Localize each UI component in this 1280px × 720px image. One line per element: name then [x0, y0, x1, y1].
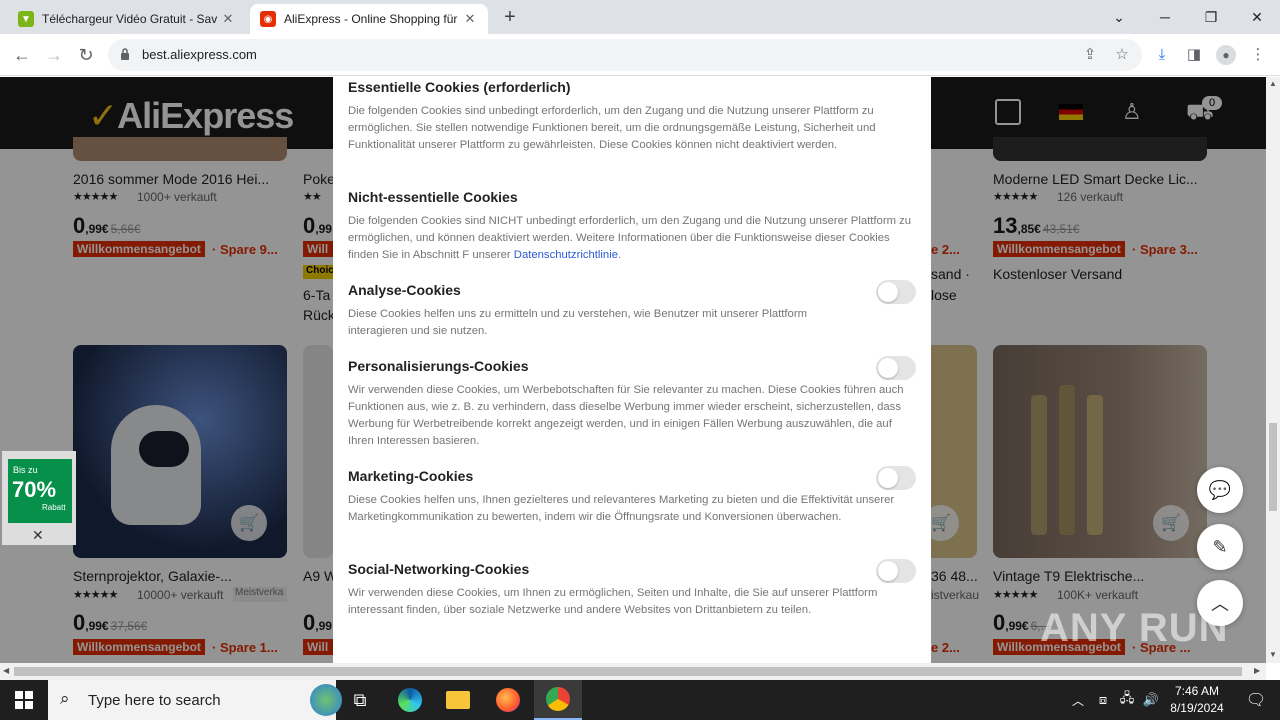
feedback-edit-icon[interactable]: ✎: [1197, 524, 1243, 570]
close-tab-icon[interactable]: ✕: [462, 11, 478, 27]
search-placeholder: Type here to search: [88, 692, 221, 709]
personalization-cookies-toggle[interactable]: [876, 356, 916, 380]
forward-arrow-icon[interactable]: →: [42, 43, 66, 67]
back-arrow-icon[interactable]: ←: [10, 43, 34, 67]
download-icon[interactable]: ⤓: [1150, 43, 1174, 67]
new-tab-button[interactable]: +: [498, 6, 522, 30]
close-window-button[interactable]: ✕: [1234, 4, 1280, 30]
taskbar-search-box[interactable]: ⌕ Type here to search: [48, 680, 342, 720]
tab-search-chevron-icon[interactable]: ⌄: [1096, 4, 1142, 30]
firefox-icon[interactable]: [484, 680, 532, 720]
section-text-marketing: Diese Cookies helfen uns, Ihnen gezielte…: [348, 494, 895, 523]
scroll-up-arrow-icon[interactable]: ▲: [1269, 79, 1277, 88]
section-text-analytics: Diese Cookies helfen uns zu ermitteln un…: [348, 308, 807, 337]
share-icon[interactable]: ⇪: [1078, 43, 1102, 67]
bookmark-star-icon[interactable]: ☆: [1110, 43, 1134, 67]
section-title-personalization: Personalisierungs-Cookies: [348, 358, 529, 374]
volume-icon[interactable]: 🔊: [1140, 680, 1162, 720]
scrollbar-thumb[interactable]: [1269, 423, 1277, 511]
close-tab-icon[interactable]: ✕: [220, 11, 236, 27]
browser-toolbar: ← → ↻ best.aliexpress.com ⇪ ☆ ⤓ ◨ ● ⋮: [0, 34, 1280, 76]
vertical-scrollbar[interactable]: ▲ ▼: [1266, 77, 1280, 663]
notifications-icon[interactable]: 🗨: [1232, 680, 1280, 720]
tab-title: Téléchargeur Vidéo Gratuit - Sav: [42, 12, 218, 26]
analytics-cookies-toggle[interactable]: [876, 280, 916, 304]
browser-menu-icon[interactable]: ⋮: [1246, 43, 1270, 67]
address-bar[interactable]: best.aliexpress.com ⇪ ☆: [108, 39, 1142, 71]
close-promo-icon[interactable]: ✕: [32, 527, 44, 544]
section-text-essential: Die folgenden Cookies sind unbedingt erf…: [348, 105, 876, 151]
section-text-non-essential: Die folgenden Cookies sind NICHT unbedin…: [348, 215, 912, 261]
marketing-cookies-toggle[interactable]: [876, 466, 916, 490]
tab-title: AliExpress - Online Shopping für: [284, 12, 458, 26]
device-tray-icon[interactable]: ⧈: [1092, 680, 1114, 720]
windows-taskbar: ⌕ Type here to search ⧉ ︿ ⧈ 🖧 🔊 7:46 AM …: [0, 680, 1280, 720]
section-title-analytics: Analyse-Cookies: [348, 282, 461, 298]
windows-start-icon[interactable]: [0, 680, 48, 720]
section-title-essential: Essentielle Cookies (erforderlich): [348, 79, 571, 95]
task-view-icon[interactable]: ⧉: [336, 680, 384, 720]
downloader-favicon-icon: ▼: [18, 11, 34, 27]
promo-widget[interactable]: Bis zu 70% Rabatt ✕: [2, 451, 76, 545]
edge-browser-icon[interactable]: [386, 680, 434, 720]
promo-badge[interactable]: Bis zu 70% Rabatt: [8, 459, 72, 523]
side-panel-icon[interactable]: ◨: [1182, 43, 1206, 67]
network-icon[interactable]: 🖧: [1116, 680, 1138, 720]
browser-tab-aliexpress[interactable]: ◉ AliExpress - Online Shopping für ✕: [250, 4, 488, 34]
browser-tab-downloader[interactable]: ▼ Téléchargeur Vidéo Gratuit - Sav ✕: [8, 4, 246, 34]
section-title-non-essential: Nicht-essentielle Cookies: [348, 189, 518, 205]
section-title-marketing: Marketing-Cookies: [348, 468, 474, 484]
scroll-down-arrow-icon[interactable]: ▼: [1269, 650, 1277, 659]
social-networking-cookies-toggle[interactable]: [876, 559, 916, 583]
horizontal-scrollbar[interactable]: ◀ ▶: [0, 663, 1266, 680]
chrome-icon[interactable]: [534, 680, 582, 720]
lock-icon: [121, 48, 129, 60]
section-text-social: Wir verwenden diese Cookies, um Ihnen zu…: [348, 587, 878, 616]
aliexpress-favicon-icon: ◉: [260, 11, 276, 27]
url-text: best.aliexpress.com: [142, 47, 257, 62]
anyrun-watermark: ANY RUN: [1040, 606, 1229, 650]
section-title-social: Social-Networking-Cookies: [348, 561, 530, 577]
search-icon: ⌕: [60, 689, 70, 708]
file-explorer-icon[interactable]: [434, 680, 482, 720]
scroll-left-arrow-icon[interactable]: ◀: [3, 666, 9, 675]
section-text-personalization: Wir verwenden diese Cookies, um Werbebot…: [348, 384, 904, 447]
scrollbar-thumb[interactable]: [14, 667, 1242, 676]
profile-avatar-icon[interactable]: ●: [1214, 43, 1238, 67]
system-clock[interactable]: 7:46 AM 8/19/2024: [1162, 683, 1232, 717]
tray-overflow-chevron-icon[interactable]: ︿: [1066, 680, 1090, 720]
browser-tab-bar: ▼ Téléchargeur Vidéo Gratuit - Sav ✕ ◉ A…: [0, 0, 1280, 34]
cookie-settings-modal: Essentielle Cookies (erforderlich) Die f…: [333, 77, 931, 663]
scroll-right-arrow-icon[interactable]: ▶: [1254, 666, 1260, 675]
privacy-policy-link[interactable]: Datenschutzrichtlinie: [514, 249, 618, 261]
reload-icon[interactable]: ↻: [74, 43, 98, 67]
maximize-button[interactable]: ❐: [1188, 4, 1234, 30]
minimize-button[interactable]: ─: [1142, 4, 1188, 30]
chat-icon[interactable]: 💬: [1197, 467, 1243, 513]
